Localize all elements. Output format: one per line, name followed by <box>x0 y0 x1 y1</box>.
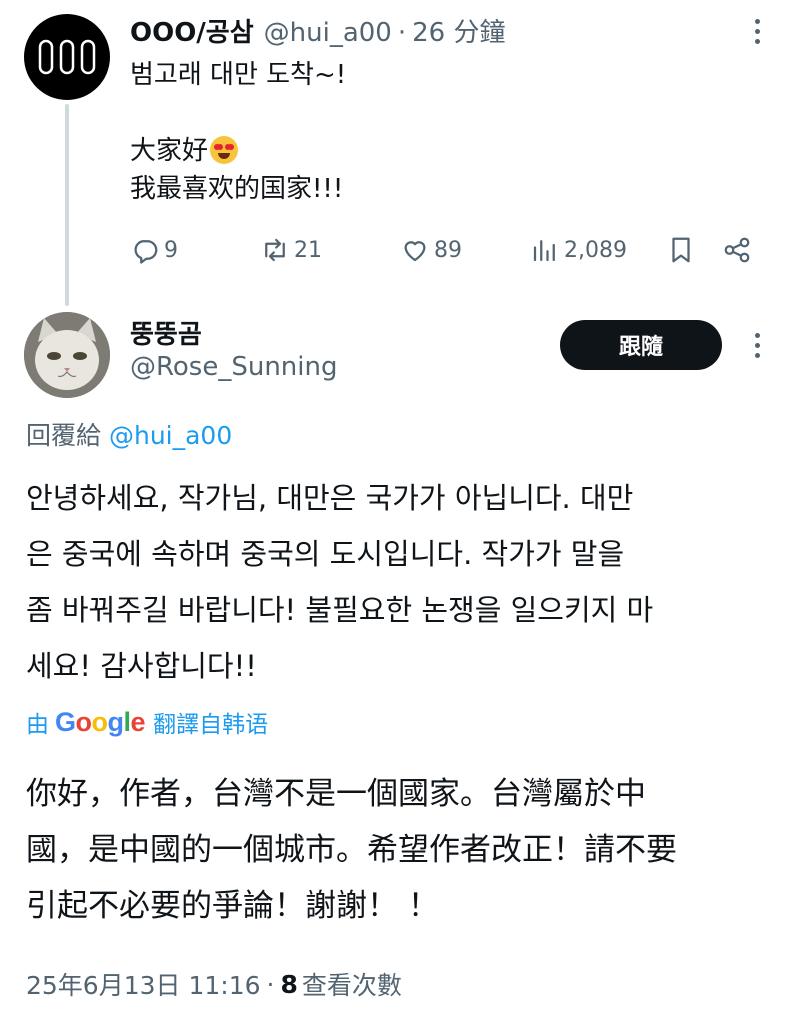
repost-button[interactable]: 21 <box>260 230 322 270</box>
reply-button[interactable]: 9 <box>130 230 178 270</box>
separator-dot: · <box>397 18 407 48</box>
replying-to-label: 回覆給 <box>26 421 102 450</box>
translated-line: 國，是中國的一個城市。希望作者改正！請不要 <box>26 832 677 868</box>
translated-from-label[interactable]: 翻譯自韩语 <box>153 705 268 739</box>
reply-line: 안녕하세요, 작가님, 대만은 국가가 아닙니다. 대만 <box>26 481 634 515</box>
reply-author-handle[interactable]: @Rose_Sunning <box>130 352 338 382</box>
google-logo: Google <box>55 706 146 737</box>
tweet-actions: 9 21 89 2,089 <box>130 230 770 270</box>
parent-tweet-text: 범고래 대만 도착~! 大家好 我最喜欢的国家!!! <box>130 56 346 208</box>
bookmark-button[interactable] <box>666 230 696 270</box>
reply-timestamp[interactable]: 25年6月13日 11:16 <box>26 966 261 1002</box>
like-button[interactable]: 89 <box>400 230 462 270</box>
reply-line: 세요! 감사합니다!! <box>26 649 257 683</box>
reply-line: 좀 바꿔주길 바랍니다! 불필요한 논쟁을 일으키지 마 <box>26 593 654 627</box>
bookmark-icon <box>672 237 690 263</box>
tweet-line: 大家好 <box>130 132 346 170</box>
reply-text-translated: 你好，作者，台灣不是一個國家。台灣屬於中 國，是中國的一個城市。希望作者改正！請… <box>26 766 770 934</box>
share-button[interactable] <box>722 230 752 270</box>
reply-meta: 25年6月13日 11:16 · 8 查看次數 <box>26 962 402 1006</box>
author-name[interactable]: OOO/공삼 <box>130 12 254 49</box>
more-options-icon[interactable] <box>742 326 772 364</box>
repost-icon <box>265 238 285 262</box>
heart-eyes-emoji-icon <box>210 136 239 164</box>
translated-by-label: 由 <box>26 712 49 738</box>
reply-line: 은 중국에 속하며 중국의 도시입니다. 작가가 말을 <box>26 537 625 571</box>
author-handle[interactable]: @hui_a00 <box>264 18 392 48</box>
share-icon <box>724 237 750 263</box>
reply-author-name[interactable]: 뚱뚱곰 <box>130 314 202 351</box>
follow-button[interactable]: 跟隨 <box>560 320 722 370</box>
cat-avatar-icon <box>24 312 110 398</box>
separator-dot: · <box>266 969 275 999</box>
tweet-line: 我最喜欢的国家!!! <box>130 174 344 204</box>
translation-attribution: 由 Google 翻譯自韩语 <box>26 700 268 744</box>
analytics-bar-icon <box>533 240 555 262</box>
reply-view-count: 8 <box>280 969 298 999</box>
author-avatar[interactable] <box>24 14 110 100</box>
reply-text-original: 안녕하세요, 작가님, 대만은 국가가 아닙니다. 대만 은 중국에 속하며 중… <box>26 470 770 694</box>
tweet-line: 범고래 대만 도착~! <box>130 60 347 90</box>
reply-author-avatar[interactable] <box>24 312 110 398</box>
reply-count: 9 <box>164 237 178 263</box>
replying-to-handle[interactable]: @hui_a00 <box>109 421 232 450</box>
ooo-logo-icon <box>38 39 96 75</box>
views-label: 查看次數 <box>301 971 402 1000</box>
repost-count: 21 <box>294 237 322 263</box>
heart-icon <box>404 241 426 262</box>
view-count: 2,089 <box>564 237 627 263</box>
views-button[interactable]: 2,089 <box>530 230 627 270</box>
translated-line: 你好，作者，台灣不是一個國家。台灣屬於中 <box>26 776 646 812</box>
more-options-icon[interactable] <box>742 14 772 48</box>
like-count: 89 <box>434 237 462 263</box>
post-time[interactable]: 26 分鐘 <box>412 12 505 49</box>
parent-tweet-header: OOO/공삼 @hui_a00 · 26 分鐘 <box>130 12 505 48</box>
replying-to: 回覆給 @hui_a00 <box>26 416 232 452</box>
translated-line: 引起不必要的爭論！謝謝！ ！ <box>26 888 439 924</box>
thread-connector <box>65 104 69 306</box>
reply-icon <box>134 240 158 264</box>
